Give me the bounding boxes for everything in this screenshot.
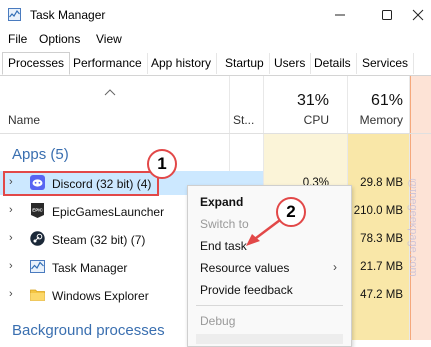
tab-details[interactable]: Details [309, 53, 357, 74]
memory-total-percent: 61% [370, 92, 403, 109]
column-header-status[interactable]: St... [233, 113, 254, 127]
annotation-step-2: 2 [276, 197, 306, 227]
process-name: Task Manager [52, 261, 128, 275]
window-title: Task Manager [30, 8, 106, 22]
tab-services[interactable]: Services [357, 53, 415, 74]
memory-value: 29.8 MB [360, 177, 403, 189]
epic-games-icon: EPIC [31, 203, 44, 218]
title-bar: Task Manager [0, 0, 431, 30]
submenu-chevron-icon: › [333, 260, 337, 274]
cpu-total-percent: 31% [296, 92, 329, 109]
task-manager-app-icon [8, 8, 21, 21]
svg-text:EPIC: EPIC [32, 208, 43, 213]
table-header: Name St... 31% CPU 61% Memory [0, 76, 409, 134]
menu-view[interactable]: View [96, 32, 122, 46]
tab-strip: Processes Performance App history Startu… [0, 52, 431, 76]
tab-users[interactable]: Users [269, 53, 312, 74]
memory-value: 210.0 MB [353, 205, 403, 217]
highlight-box [3, 171, 159, 196]
expand-chevron-icon[interactable]: › [9, 232, 13, 244]
tab-app-history[interactable]: App history [146, 53, 218, 74]
maximize-icon[interactable] [377, 6, 397, 24]
memory-value: 78.3 MB [360, 233, 403, 245]
watermark-text: @thegeekpage.com [407, 178, 416, 277]
menu-options[interactable]: Options [39, 32, 80, 46]
menu-separator [196, 305, 343, 306]
context-menu-debug: Debug [200, 314, 236, 328]
menu-item-partial [196, 334, 343, 344]
background-group-title: Background processes [12, 322, 165, 339]
task-manager-icon [30, 260, 45, 273]
watermark: @thegeekpage.com [407, 178, 416, 277]
header-divider [0, 133, 431, 134]
column-header-memory[interactable]: Memory [347, 113, 403, 127]
folder-icon [30, 289, 45, 301]
tab-processes[interactable]: Processes [2, 52, 71, 75]
process-name: EpicGamesLauncher [52, 205, 165, 219]
column-header-name[interactable]: Name [8, 113, 40, 127]
expand-chevron-icon[interactable]: › [9, 288, 13, 300]
column-header-cpu[interactable]: CPU [263, 113, 329, 127]
memory-value: 47.2 MB [360, 289, 403, 301]
context-menu-expand[interactable]: Expand [200, 195, 243, 209]
annotation-step-1: 1 [147, 149, 177, 179]
context-menu-provide-feedback[interactable]: Provide feedback [200, 283, 293, 297]
expand-chevron-icon[interactable]: › [9, 204, 13, 216]
process-name: Steam (32 bit) (7) [52, 233, 146, 247]
memory-value: 21.7 MB [360, 261, 403, 273]
tab-performance[interactable]: Performance [68, 53, 148, 74]
steam-icon [30, 231, 45, 246]
sort-up-icon[interactable] [104, 88, 116, 96]
tab-startup[interactable]: Startup [220, 53, 270, 74]
minimize-icon[interactable] [330, 6, 350, 24]
close-icon[interactable] [408, 6, 428, 24]
expand-chevron-icon[interactable]: › [9, 260, 13, 272]
process-name: Windows Explorer [52, 289, 149, 303]
menu-file[interactable]: File [8, 32, 27, 46]
apps-group-title: Apps (5) [12, 146, 69, 163]
context-menu-resource-values[interactable]: Resource values [200, 261, 289, 275]
